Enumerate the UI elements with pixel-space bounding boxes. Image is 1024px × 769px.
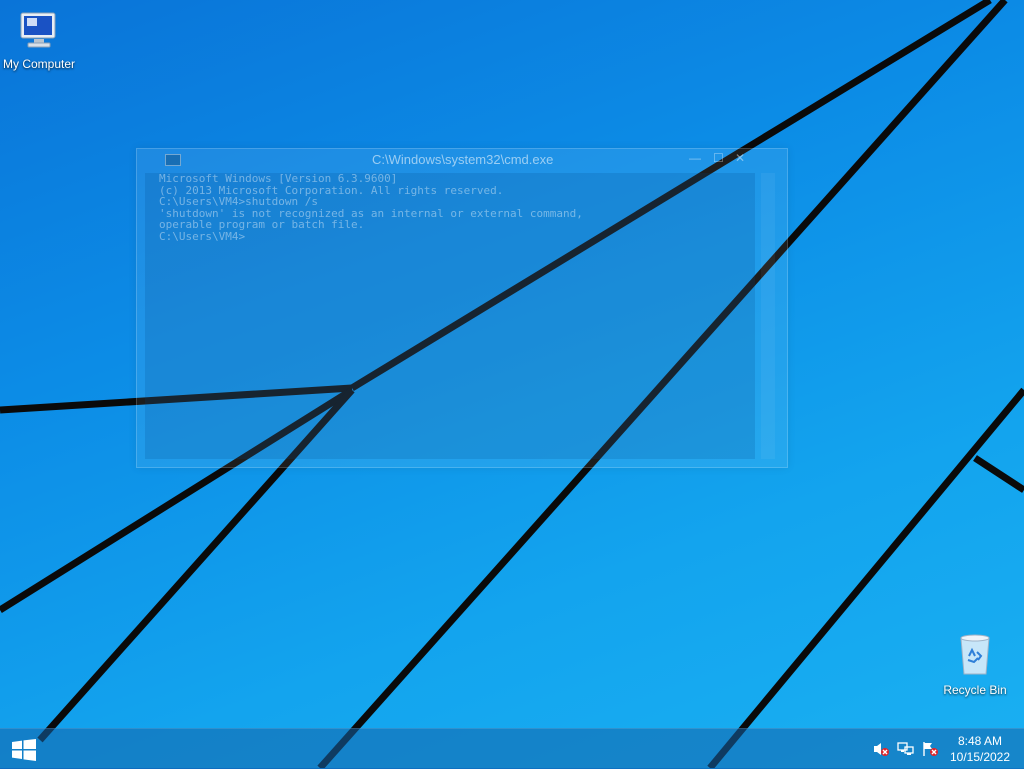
console-output[interactable]: Microsoft Windows [Version 6.3.9600] (c)…	[145, 173, 755, 459]
recycle-bin-icon	[960, 634, 990, 675]
console-app-icon	[165, 154, 181, 166]
window-title: C:\Windows\system32\cmd.exe	[372, 152, 554, 167]
volume-button[interactable]	[872, 741, 889, 757]
windows-logo-icon	[12, 739, 36, 761]
start-button[interactable]	[10, 739, 38, 761]
clock-time: 8:48 AM	[957, 734, 1003, 748]
recycle-bin-shortcut[interactable]: Recycle Bin	[935, 630, 1015, 697]
close-icon[interactable]: ✕	[735, 151, 745, 165]
minimize-icon[interactable]: —	[689, 151, 701, 165]
console-line: C:\Users\VM4>	[159, 229, 246, 243]
clock-date: 10/15/2022	[949, 750, 1011, 764]
window-titlebar[interactable]: C:\Windows\system32\cmd.exe — ☐ ✕	[137, 149, 787, 171]
network-icon	[897, 742, 914, 755]
maximize-icon[interactable]: ☐	[713, 151, 724, 165]
action-center-flag-icon	[923, 742, 938, 756]
console-line: Microsoft Windows [Version 6.3.9600]	[159, 172, 398, 185]
recycle-bin-label: Recycle Bin	[943, 683, 1007, 697]
console-line: C:\Users\VM4>shutdown /s	[159, 195, 318, 208]
taskbar: 8:48 AM 10/15/2022	[0, 728, 1024, 769]
network-button[interactable]	[897, 741, 914, 757]
speaker-muted-icon	[874, 743, 889, 756]
taskbar-clock[interactable]: 8:48 AM 10/15/2022	[940, 733, 1020, 765]
computer-icon	[20, 12, 56, 48]
console-line: operable program or batch file.	[159, 218, 365, 231]
action-center-button[interactable]	[921, 741, 938, 757]
console-scrollbar[interactable]	[761, 173, 775, 459]
command-prompt-window[interactable]: C:\Windows\system32\cmd.exe — ☐ ✕ Micros…	[136, 148, 788, 468]
my-computer-shortcut[interactable]: My Computer	[0, 8, 79, 71]
my-computer-label: My Computer	[2, 57, 76, 71]
